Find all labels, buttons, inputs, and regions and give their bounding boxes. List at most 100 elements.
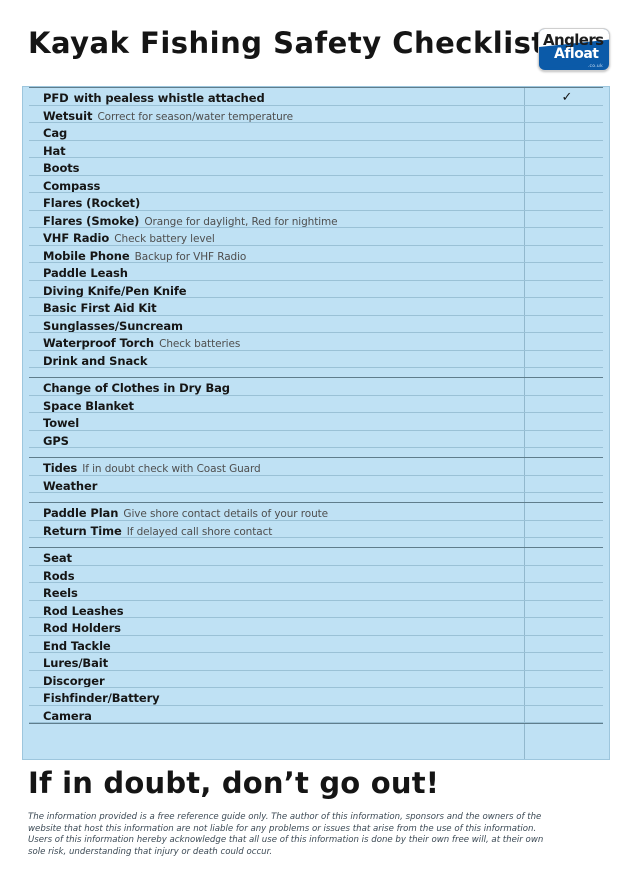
checklist-row-text: Flares (Smoke) Orange for daylight, Red … [43,212,338,228]
checklist-row-text: Hat [43,142,66,158]
checklist-group: Seat Rods Reels Rod Leashes Rod Holders End T… [23,547,609,723]
checklist-item-label: Drink and Snack [43,353,148,368]
checklist-item-label: Sunglasses/Suncream [43,318,183,333]
checklist-row[interactable]: Compass [29,176,603,193]
checklist-row[interactable]: VHF Radio Check battery level [29,228,603,246]
checklist-row[interactable]: Diving Knife/Pen Knife [29,281,603,298]
checklist-row-text: Basic First Aid Kit [43,299,157,315]
checklist-row-text: Seat [43,549,72,565]
disclaimer-block: The information provided is a free refer… [28,812,574,858]
checklist-row-text: Return Time If delayed call shore contac… [43,522,273,538]
checklist-row[interactable]: Cag [29,123,603,141]
checklist-row-text: Tides If in doubt check with Coast Guard [43,459,261,475]
checklist-row[interactable]: Seat [29,548,603,566]
checklist-item-label: Seat [43,551,72,565]
checklist-row-text: Cag [43,124,68,140]
checklist-row-text: Camera [43,707,92,723]
checklist-group: Paddle Plan Give shore contact details o… [23,502,609,538]
checklist-item-label: Reels [43,586,78,600]
checklist-row[interactable]: Discorger [29,671,603,688]
checklist-item-label: Rod Holders [43,621,121,635]
checklist-item-label: Basic First Aid Kit [43,301,157,315]
checklist-row[interactable]: Sunglasses/Suncream [29,316,603,333]
checklist-item-description: with pealess whistle attached [73,91,265,105]
checklist-row[interactable]: Basic First Aid Kit [29,298,603,316]
checklist-item-description: Orange for daylight, Red for nightime [144,215,338,228]
checklist-item-description: If delayed call shore contact [126,525,273,538]
checklist-row[interactable]: Rod Holders [29,618,603,636]
checklist-item-label: Discorger [43,673,105,688]
anglers-afloat-logo: Anglers Afloat .co.uk [538,28,610,71]
checklist-row[interactable]: Paddle Leash [29,263,603,281]
checklist-row[interactable]: Camera [29,706,603,723]
checklist-row-text: Mobile Phone Backup for VHF Radio [43,247,247,263]
checklist-row-text: Compass [43,177,100,193]
checklist-row[interactable]: Tides If in doubt check with Coast Guard [29,458,603,476]
checklist-row[interactable]: Lures/Bait [29,653,603,671]
checklist-row-text: Reels [43,584,78,600]
checklist-row-text: Wetsuit Correct for season/water tempera… [43,107,293,123]
checklist-row-text: Space Blanket [43,397,134,413]
group-gap [23,448,609,457]
checklist-row[interactable]: End Tackle [29,636,603,653]
checklist-item-description: Check batteries [159,338,241,350]
checklist-row[interactable]: Rods [29,566,603,583]
checklist-row[interactable]: Weather [29,476,603,493]
checklist-item-label: Paddle Plan [43,506,119,520]
checklist-item-label: Rod Leashes [43,603,124,618]
checklist-row[interactable]: PFD with pealess whistle attached [29,88,603,106]
checklist-row[interactable]: Mobile Phone Backup for VHF Radio [29,246,603,263]
checklist-row[interactable]: Waterproof Torch Check batteries [29,333,603,351]
checklist-item-description: Backup for VHF Radio [134,250,247,263]
checklist-row[interactable]: GPS [29,431,603,448]
checklist-item-label: Space Blanket [43,398,134,413]
checklist-row[interactable]: Fishfinder/Battery [29,688,603,706]
checklist-row-text: Diving Knife/Pen Knife [43,282,187,298]
checklist-row[interactable]: Rod Leashes [29,601,603,618]
group-gap [23,493,609,502]
checklist-item-label: Waterproof Torch [43,336,155,350]
checklist-item-description: Correct for season/water temperature [97,110,293,123]
checklist-item-description: Give shore contact details of your route [123,508,329,520]
checklist-row[interactable]: Paddle Plan Give shore contact details o… [29,503,603,521]
checklist-row[interactable]: Return Time If delayed call shore contac… [29,521,603,538]
checklist-row[interactable]: Drink and Snack [29,351,603,368]
checklist-row[interactable]: Towel [29,413,603,431]
checklist-item-label: PFD [43,91,69,105]
checklist-page: Kayak Fishing Safety Checklist Anglers A… [0,0,632,896]
checklist-item-label: Change of Clothes in Dry Bag [43,381,230,395]
group-separator-rule [29,723,603,724]
checklist-item-description: If in doubt check with Coast Guard [82,463,261,475]
checklist-item-label: Weather [43,478,98,493]
checklist-rows: PFD with pealess whistle attached Wetsuit… [23,87,609,724]
checklist-row[interactable]: Wetsuit Correct for season/water tempera… [29,106,603,123]
disclaimer-line-1: The information provided is a free refer… [28,812,542,822]
checklist-row-text: Flares (Rocket) [43,194,140,210]
checklist-item-label: Rods [43,568,75,583]
checklist-item-label: Cag [43,126,68,140]
checklist-item-description: Check battery level [114,233,215,245]
checklist-row[interactable]: Boots [29,158,603,176]
disclaimer-line-2: website that host this information are n… [28,823,537,834]
checklist-row-text: Boots [43,159,80,175]
checklist-row[interactable]: Flares (Rocket) [29,193,603,211]
group-gap [23,368,609,377]
checklist-row[interactable]: Hat [29,141,603,158]
checklist-item-label: Boots [43,161,80,175]
checklist-row[interactable]: Space Blanket [29,396,603,413]
disclaimer-line-3: Users of this information hereby acknowl… [28,835,544,846]
checklist-row[interactable]: Change of Clothes in Dry Bag [29,378,603,396]
checklist-item-label: Return Time [43,523,122,538]
checklist-item-label: Towel [43,416,80,430]
checklist-row[interactable]: Reels [29,583,603,601]
checklist-item-label: Lures/Bait [43,656,108,670]
checklist-row-text: Rods [43,567,75,583]
checklist-row-text: Weather [43,477,98,493]
checklist-row[interactable]: Flares (Smoke) Orange for daylight, Red … [29,211,603,228]
checklist-item-label: Camera [43,708,92,723]
group-gap [23,538,609,547]
checklist-item-label: Hat [43,143,66,158]
checklist-row-text: Paddle Plan Give shore contact details o… [43,504,329,520]
checklist-item-label: Mobile Phone [43,248,130,263]
checklist-item-label: Fishfinder/Battery [43,691,160,705]
